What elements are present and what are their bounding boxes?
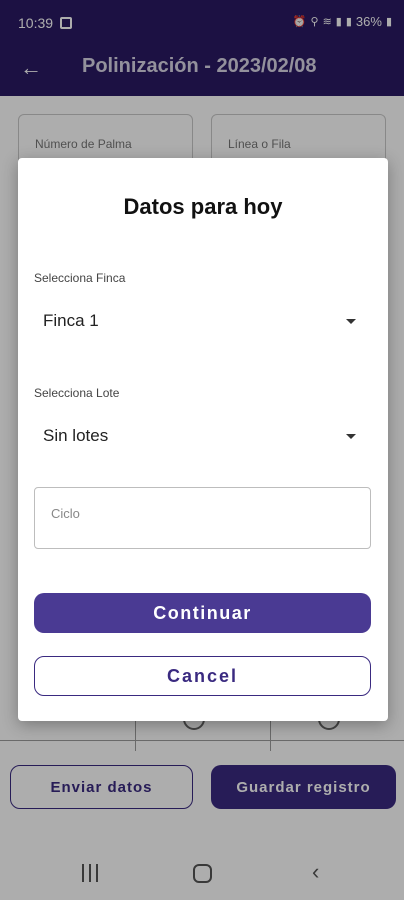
chevron-down-icon <box>346 434 356 439</box>
lot-label: Selecciona Lote <box>34 386 120 400</box>
continue-button[interactable]: Continuar <box>34 593 371 633</box>
lot-value: Sin lotes <box>43 426 109 445</box>
cycle-field[interactable] <box>34 487 371 549</box>
farm-label: Selecciona Finca <box>34 271 126 285</box>
daily-data-dialog: Datos para hoy Selecciona Finca Finca 1 … <box>18 158 388 721</box>
farm-select[interactable]: Finca 1 <box>34 301 356 341</box>
chevron-down-icon <box>346 319 356 324</box>
cycle-input[interactable] <box>51 506 351 521</box>
farm-value: Finca 1 <box>43 311 99 330</box>
dialog-title: Datos para hoy <box>123 194 283 219</box>
cancel-button[interactable]: Cancel <box>34 656 371 696</box>
lot-select[interactable]: Sin lotes <box>34 416 356 456</box>
